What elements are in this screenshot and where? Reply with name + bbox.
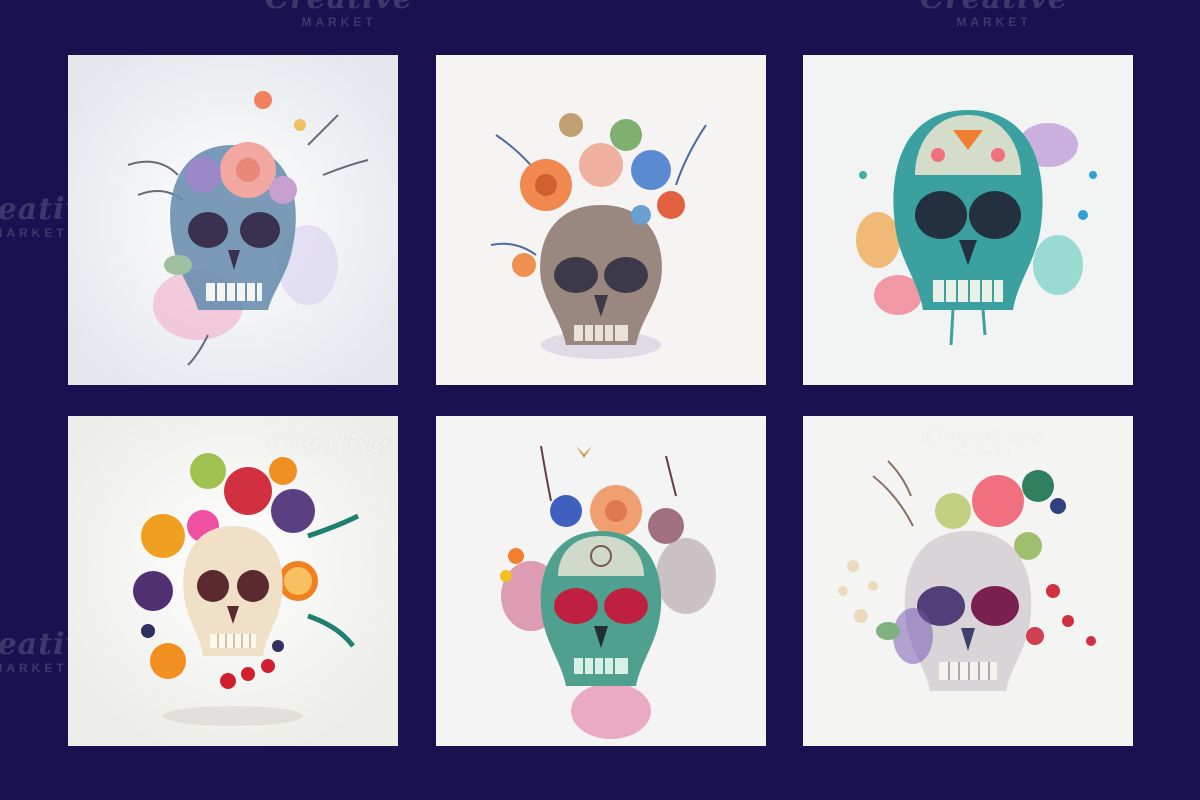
skull-illustration-tile-5 (436, 416, 766, 746)
watermark-top-right: Creative MARKET (920, 0, 1067, 29)
tile-watermark: Creative MARKET (923, 422, 1045, 460)
sugar-skull-illustration (803, 55, 1133, 385)
product-preview-canvas: Creative MARKET Creative MARKET Creative… (0, 0, 1200, 800)
watermark-top-left: Creative MARKET (265, 0, 412, 29)
skull-illustration-tile-2 (436, 55, 766, 385)
skull-illustration-tile-4: Creative (68, 416, 398, 746)
floral-skull-illustration (436, 55, 766, 385)
skull-illustration-tile-6: Creative MARKET (803, 416, 1133, 746)
skull-illustration-tile-3 (803, 55, 1133, 385)
tile-watermark: Creative (268, 430, 390, 460)
fruit-skull-illustration (68, 416, 398, 746)
floral-skull-illustration (68, 55, 398, 385)
floral-skull-illustration (436, 416, 766, 746)
floral-skull-illustration (803, 416, 1133, 746)
skull-illustration-tile-1 (68, 55, 398, 385)
